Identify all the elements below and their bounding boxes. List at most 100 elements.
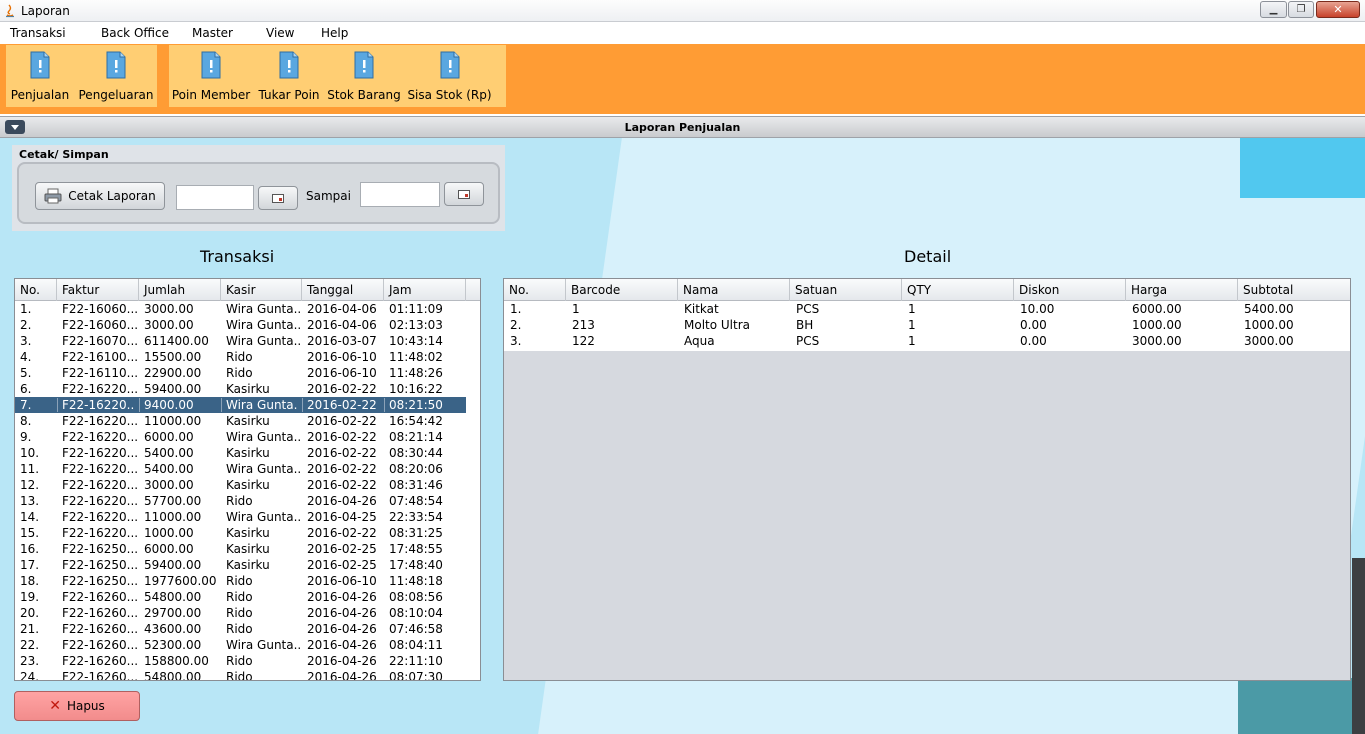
table-row[interactable]: 14. F22-16220... 11000.00 Wira Gunta... 2016… xyxy=(15,509,466,525)
column-header-jumlah[interactable]: Jumlah xyxy=(139,279,221,301)
table-row[interactable]: 3. 122 Aqua PCS 1 0.00 3000.00 3000.00 xyxy=(504,333,1350,349)
menu-transaksi[interactable]: Transaksi xyxy=(10,26,66,40)
table-cell-kasir: Wira Gunta... xyxy=(226,334,302,348)
table-row[interactable]: 10. F22-16220... 5400.00 Kasirku 2016-02-22 0… xyxy=(15,445,466,461)
table-row[interactable]: 2. 213 Molto Ultra BH 1 0.00 1000.00 1000.00 xyxy=(504,317,1350,333)
table-cell-kasir: Rido xyxy=(226,350,253,364)
date-to-input[interactable] xyxy=(360,182,440,207)
table-row[interactable]: 18. F22-16250... 1977600.00 Rido 2016-06-10 1… xyxy=(15,573,466,589)
table-cell-no: 16. xyxy=(20,542,40,556)
column-header-no[interactable]: No. xyxy=(15,279,57,301)
toolbar-poin-member-button[interactable]: Poin Member xyxy=(172,45,250,107)
transaksi-scrollbar[interactable]: ▲ ▼ xyxy=(480,301,481,681)
table-cell-no: 13. xyxy=(20,494,40,508)
table-row[interactable]: 7. F22-16220... 9400.00 Wira Gunta... 2016-0… xyxy=(15,397,466,413)
menu-master[interactable]: Master xyxy=(192,26,233,40)
table-cell-no: 6. xyxy=(20,382,32,396)
table-row[interactable]: 24. F22-16260... 54800.00 Rido 2016-04-26 08:… xyxy=(15,669,466,681)
table-row[interactable]: 1. 1 Kitkat PCS 1 10.00 6000.00 5400.00 xyxy=(504,301,1350,317)
table-cell-faktur: F22-16110... xyxy=(62,366,139,380)
column-header-diskon[interactable]: Diskon xyxy=(1014,279,1126,301)
table-row[interactable]: 2. F22-16060... 3000.00 Wira Gunta... 2016-0… xyxy=(15,317,466,333)
table-row[interactable]: 22. F22-16260... 52300.00 Wira Gunta... 2016… xyxy=(15,637,466,653)
table-cell-faktur: F22-16070... xyxy=(62,334,139,348)
column-header-subtotal[interactable]: Subtotal xyxy=(1238,279,1350,301)
table-cell-jam: 08:08:56 xyxy=(389,590,443,604)
cetak-simpan-title: Cetak/ Simpan xyxy=(19,148,109,161)
toolbar-stok-barang-button[interactable]: Stok Barang xyxy=(327,45,401,107)
date-to-picker-button[interactable] xyxy=(444,182,484,206)
table-cell-tanggal: 2016-04-26 xyxy=(307,670,377,681)
table-row[interactable]: 20. F22-16260... 29700.00 Rido 2016-04-26 08:… xyxy=(15,605,466,621)
toolbar-tukar-poin-button[interactable]: Tukar Poin xyxy=(257,45,321,107)
menu-help[interactable]: Help xyxy=(321,26,348,40)
table-cell-subtotal: 3000.00 xyxy=(1244,334,1294,348)
hapus-button[interactable]: ✕ Hapus xyxy=(14,691,140,721)
table-cell-kasir: Kasirku xyxy=(226,414,270,428)
table-row[interactable]: 15. F22-16220... 1000.00 Kasirku 2016-02-22 0… xyxy=(15,525,466,541)
toolbar-stok-barang-label: Stok Barang xyxy=(327,88,401,102)
document-icon xyxy=(279,51,299,79)
column-header-harga[interactable]: Harga xyxy=(1126,279,1238,301)
table-row[interactable]: 1. F22-16060... 3000.00 Wira Gunta... 2016-0… xyxy=(15,301,466,317)
table-cell-jam: 08:30:44 xyxy=(389,446,443,460)
detail-table-body: 1. 1 Kitkat PCS 1 10.00 6000.00 5400.00 2. 213 Mol… xyxy=(504,301,1350,680)
table-row[interactable]: 17. F22-16250... 59400.00 Kasirku 2016-02-25… xyxy=(15,557,466,573)
maximize-button[interactable]: ❐ xyxy=(1288,1,1314,18)
table-row[interactable]: 11. F22-16220... 5400.00 Wira Gunta... 2016-… xyxy=(15,461,466,477)
column-header-kasir[interactable]: Kasir xyxy=(221,279,302,301)
table-cell-no: 24. xyxy=(20,670,40,681)
table-row[interactable]: 16. F22-16250... 6000.00 Kasirku 2016-02-25 1… xyxy=(15,541,466,557)
menu-back-office[interactable]: Back Office xyxy=(101,26,169,40)
document-icon xyxy=(106,51,126,79)
table-cell-tanggal: 2016-06-10 xyxy=(307,574,377,588)
table-row[interactable]: 21. F22-16260... 43600.00 Rido 2016-04-26 07:… xyxy=(15,621,466,637)
frame-title: Laporan Penjualan xyxy=(624,121,741,134)
title-bar: Laporan ▁ ❐ ✕ xyxy=(0,0,1365,22)
column-header-nama[interactable]: Nama xyxy=(678,279,790,301)
toolbar-tukar-poin-label: Tukar Poin xyxy=(258,88,320,102)
table-row[interactable]: 19. F22-16260... 54800.00 Rido 2016-04-26 08:… xyxy=(15,589,466,605)
toolbar-sisa-stok-button[interactable]: Sisa Stok (Rp) xyxy=(407,45,492,107)
column-header-jam[interactable]: Jam xyxy=(384,279,466,301)
table-cell-kasir: Wira Gunta... xyxy=(226,430,302,444)
table-row[interactable]: 23. F22-16260... 158800.00 Rido 2016-04-26 22… xyxy=(15,653,466,669)
table-row[interactable]: 3. F22-16070... 611400.00 Wira Gunta... 2016… xyxy=(15,333,466,349)
cetak-laporan-button[interactable]: Cetak Laporan xyxy=(35,182,165,210)
close-button[interactable]: ✕ xyxy=(1316,1,1360,18)
table-row[interactable]: 12. F22-16220... 3000.00 Kasirku 2016-02-22 0… xyxy=(15,477,466,493)
column-header-tanggal[interactable]: Tanggal xyxy=(302,279,384,301)
table-row[interactable]: 9. F22-16220... 6000.00 Wira Gunta... 2016-0… xyxy=(15,429,466,445)
table-cell-kasir: Wira Gunta... xyxy=(226,302,302,316)
table-row[interactable]: 6. F22-16220... 59400.00 Kasirku 2016-02-22 1… xyxy=(15,381,466,397)
printer-icon xyxy=(44,188,62,204)
toolbar-pengeluaran-button[interactable]: Pengeluaran xyxy=(78,45,154,107)
menu-view[interactable]: View xyxy=(266,26,294,40)
table-cell-tanggal: 2016-04-25 xyxy=(307,510,377,524)
table-row[interactable]: 5. F22-16110... 22900.00 Rido 2016-06-10 11:4… xyxy=(15,365,466,381)
table-cell-faktur: F22-16220... xyxy=(62,462,139,476)
column-header-no[interactable]: No. xyxy=(504,279,566,301)
date-from-input[interactable] xyxy=(176,185,254,210)
table-cell-jam: 22:33:54 xyxy=(389,510,443,524)
column-header-barcode[interactable]: Barcode xyxy=(566,279,678,301)
table-cell-satuan: PCS xyxy=(796,302,820,316)
column-header-faktur[interactable]: Faktur xyxy=(57,279,139,301)
toolbar-penjualan-button[interactable]: Penjualan xyxy=(6,45,74,107)
table-row[interactable]: 13. F22-16220... 57700.00 Rido 2016-04-26 07:… xyxy=(15,493,466,509)
table-cell-no: 7. xyxy=(20,398,32,412)
date-from-picker-button[interactable] xyxy=(258,186,298,210)
table-cell-faktur: F22-16060... xyxy=(62,302,139,316)
table-row[interactable]: 4. F22-16100... 15500.00 Rido 2016-06-10 11:4… xyxy=(15,349,466,365)
table-cell-no: 18. xyxy=(20,574,40,588)
column-header-satuan[interactable]: Satuan xyxy=(790,279,902,301)
transaksi-table: No. Faktur Jumlah Kasir Tanggal Jam 1. F2… xyxy=(14,278,481,681)
column-header-qty[interactable]: QTY xyxy=(902,279,1014,301)
table-cell-tanggal: 2016-04-26 xyxy=(307,606,377,620)
table-cell-barcode: 122 xyxy=(572,334,595,348)
table-row[interactable]: 8. F22-16220... 11000.00 Kasirku 2016-02-22 1… xyxy=(15,413,466,429)
table-cell-tanggal: 2016-02-22 xyxy=(307,462,377,476)
minimize-button[interactable]: ▁ xyxy=(1260,1,1287,18)
table-cell-kasir: Wira Gunta... xyxy=(226,318,302,332)
table-cell-tanggal: 2016-04-26 xyxy=(307,590,377,604)
